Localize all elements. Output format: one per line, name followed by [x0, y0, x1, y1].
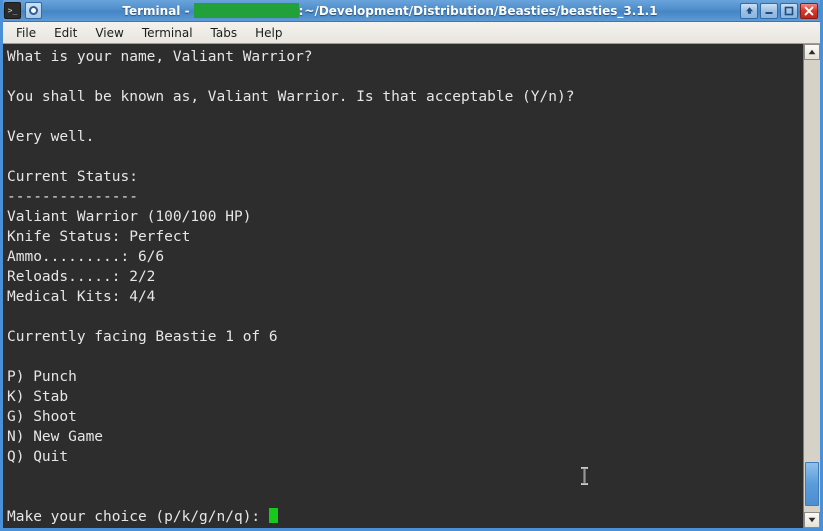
- terminal-line: ---------------: [7, 189, 138, 205]
- window-title-prefix: Terminal -: [122, 3, 190, 18]
- terminal-line: Knife Status: Perfect: [7, 229, 191, 245]
- title-bar[interactable]: >_ Terminal - : ~/Development/Distributi…: [3, 0, 820, 22]
- terminal-window: >_ Terminal - : ~/Development/Distributi…: [0, 0, 823, 531]
- terminal-line: Currently facing Beastie 1 of 6: [7, 329, 278, 345]
- window-title-redaction-block: [193, 3, 299, 18]
- terminal-line: What is your name, Valiant Warrior?: [7, 49, 313, 65]
- terminal-line: G) Shoot: [7, 409, 77, 425]
- window-controls: [740, 2, 820, 19]
- minimize-button[interactable]: [760, 2, 778, 19]
- terminal-line: K) Stab: [7, 389, 69, 405]
- terminal-icon[interactable]: >_: [4, 2, 21, 19]
- terminal-screen[interactable]: What is your name, Valiant Warrior? You …: [3, 44, 803, 528]
- menu-bar: File Edit View Terminal Tabs Help: [3, 22, 820, 44]
- window-title: Terminal - : ~/Development/Distribution/…: [42, 3, 740, 18]
- scrollbar-thumb[interactable]: [805, 462, 819, 506]
- terminal-line: P) Punch: [7, 369, 77, 385]
- terminal-area: What is your name, Valiant Warrior? You …: [3, 44, 820, 528]
- window-title-separator: :: [298, 3, 304, 18]
- terminal-line: Reloads.....: 2/2: [7, 269, 156, 285]
- circle-icon[interactable]: [25, 2, 42, 19]
- terminal-scrollbar[interactable]: [803, 44, 820, 528]
- terminal-prompt-line: Make your choice (p/k/g/n/q):: [7, 507, 803, 527]
- scroll-up-arrow-icon[interactable]: [804, 44, 820, 60]
- terminal-line: Valiant Warrior (100/100 HP): [7, 209, 252, 225]
- terminal-cursor: [268, 508, 278, 523]
- terminal-line: N) New Game: [7, 429, 104, 445]
- menu-item-file[interactable]: File: [7, 24, 45, 42]
- title-bar-icons: >_: [3, 2, 42, 19]
- menu-item-edit[interactable]: Edit: [45, 24, 86, 42]
- terminal-line: Q) Quit: [7, 449, 69, 465]
- shade-button[interactable]: [740, 2, 758, 19]
- window-title-path: ~/Development/Distribution/Beasties/beas…: [304, 3, 658, 18]
- menu-item-view[interactable]: View: [86, 24, 132, 42]
- maximize-button[interactable]: [780, 2, 798, 19]
- scroll-down-arrow-icon[interactable]: [804, 512, 820, 528]
- terminal-line: Current Status:: [7, 169, 138, 185]
- terminal-prompt-text: Make your choice (p/k/g/n/q):: [7, 509, 269, 525]
- close-button[interactable]: [800, 2, 818, 19]
- terminal-line: Ammo.........: 6/6: [7, 249, 165, 265]
- menu-item-terminal[interactable]: Terminal: [133, 24, 202, 42]
- terminal-line: You shall be known as, Valiant Warrior. …: [7, 89, 575, 105]
- scrollbar-track[interactable]: [804, 60, 820, 512]
- terminal-line: Very well.: [7, 129, 95, 145]
- terminal-output: What is your name, Valiant Warrior? You …: [7, 47, 803, 527]
- menu-item-help[interactable]: Help: [246, 24, 291, 42]
- menu-item-tabs[interactable]: Tabs: [202, 24, 247, 42]
- terminal-line: Medical Kits: 4/4: [7, 289, 156, 305]
